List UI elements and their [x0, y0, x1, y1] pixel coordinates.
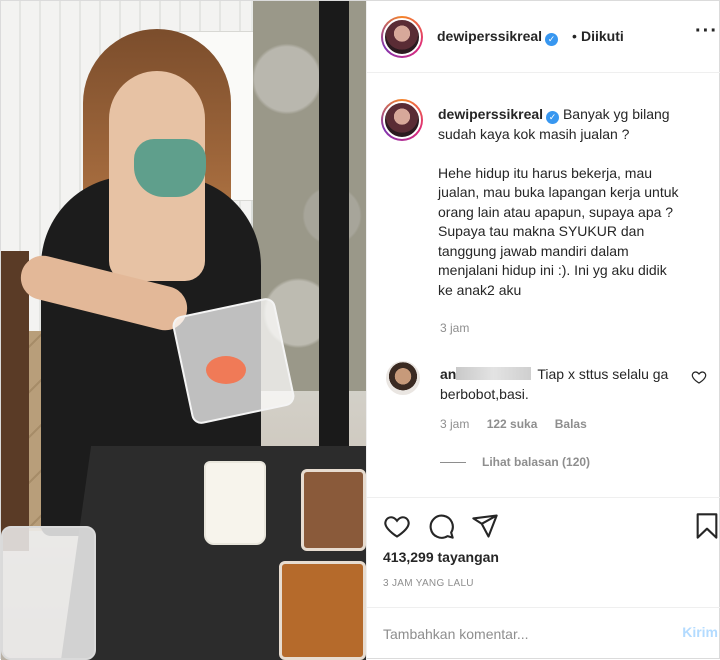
replies-divider: [440, 462, 466, 464]
blurred-username: [456, 367, 532, 380]
caption-avatar[interactable]: [381, 99, 423, 141]
sugar-tray: [279, 561, 366, 660]
post-video[interactable]: [1, 1, 366, 660]
comment-meta: 3 jam 122 suka Balas: [440, 417, 601, 431]
separator-dot: •: [572, 28, 577, 44]
verified-badge-icon: ✓: [546, 111, 560, 124]
post-header: dewiperssikreal ✓ • Diikuti ···: [367, 1, 720, 73]
comment-icon[interactable]: [427, 512, 455, 540]
view-replies-button[interactable]: Lihat balasan (120): [440, 455, 590, 469]
drink-cup: [204, 461, 266, 545]
caption-timestamp[interactable]: 3 jam: [440, 321, 469, 335]
post-comment-button[interactable]: Kirim: [682, 624, 718, 640]
post-side-panel: dewiperssikreal ✓ • Diikuti ··· dewiperss…: [366, 1, 720, 660]
heart-icon[interactable]: [383, 512, 411, 540]
header-username[interactable]: dewiperssikreal ✓: [437, 28, 559, 46]
comment-likes[interactable]: 122 suka: [487, 417, 538, 431]
share-icon[interactable]: [471, 512, 499, 540]
heart-outline-icon[interactable]: [691, 369, 707, 385]
side-person: [1, 251, 29, 551]
post-actions: 413,299 tayangan 3 JAM YANG LALU: [367, 497, 720, 607]
verified-badge-icon: ✓: [545, 33, 559, 46]
commenter-username[interactable]: an: [440, 366, 456, 382]
orange-scoop: [206, 356, 246, 384]
comment-input[interactable]: [383, 622, 653, 646]
comment-timestamp[interactable]: 3 jam: [440, 417, 469, 431]
instagram-post-window: dewiperssikreal ✓ • Diikuti ··· dewiperss…: [0, 0, 720, 660]
caption-username[interactable]: dewiperssikreal: [438, 106, 543, 122]
commenter-avatar[interactable]: [386, 361, 420, 395]
comment-text: an Tiap x sttus selalu ga berbobot,basi.: [440, 366, 669, 402]
bookmark-icon[interactable]: [693, 512, 720, 540]
topping-tray: [301, 469, 366, 551]
view-count[interactable]: 413,299 tayangan: [383, 549, 499, 565]
post-date[interactable]: 3 JAM YANG LALU: [383, 578, 474, 589]
measuring-jug: [1, 526, 96, 660]
face-mask: [134, 139, 206, 197]
more-options-icon[interactable]: ···: [695, 20, 718, 43]
reply-button[interactable]: Balas: [555, 417, 587, 431]
caption-text: dewiperssikreal ✓ Banyak yg bilang sudah …: [438, 106, 679, 298]
add-comment-bar: Kirim: [367, 607, 720, 660]
profile-avatar[interactable]: [381, 16, 423, 58]
follow-status-button[interactable]: Diikuti: [581, 28, 624, 44]
